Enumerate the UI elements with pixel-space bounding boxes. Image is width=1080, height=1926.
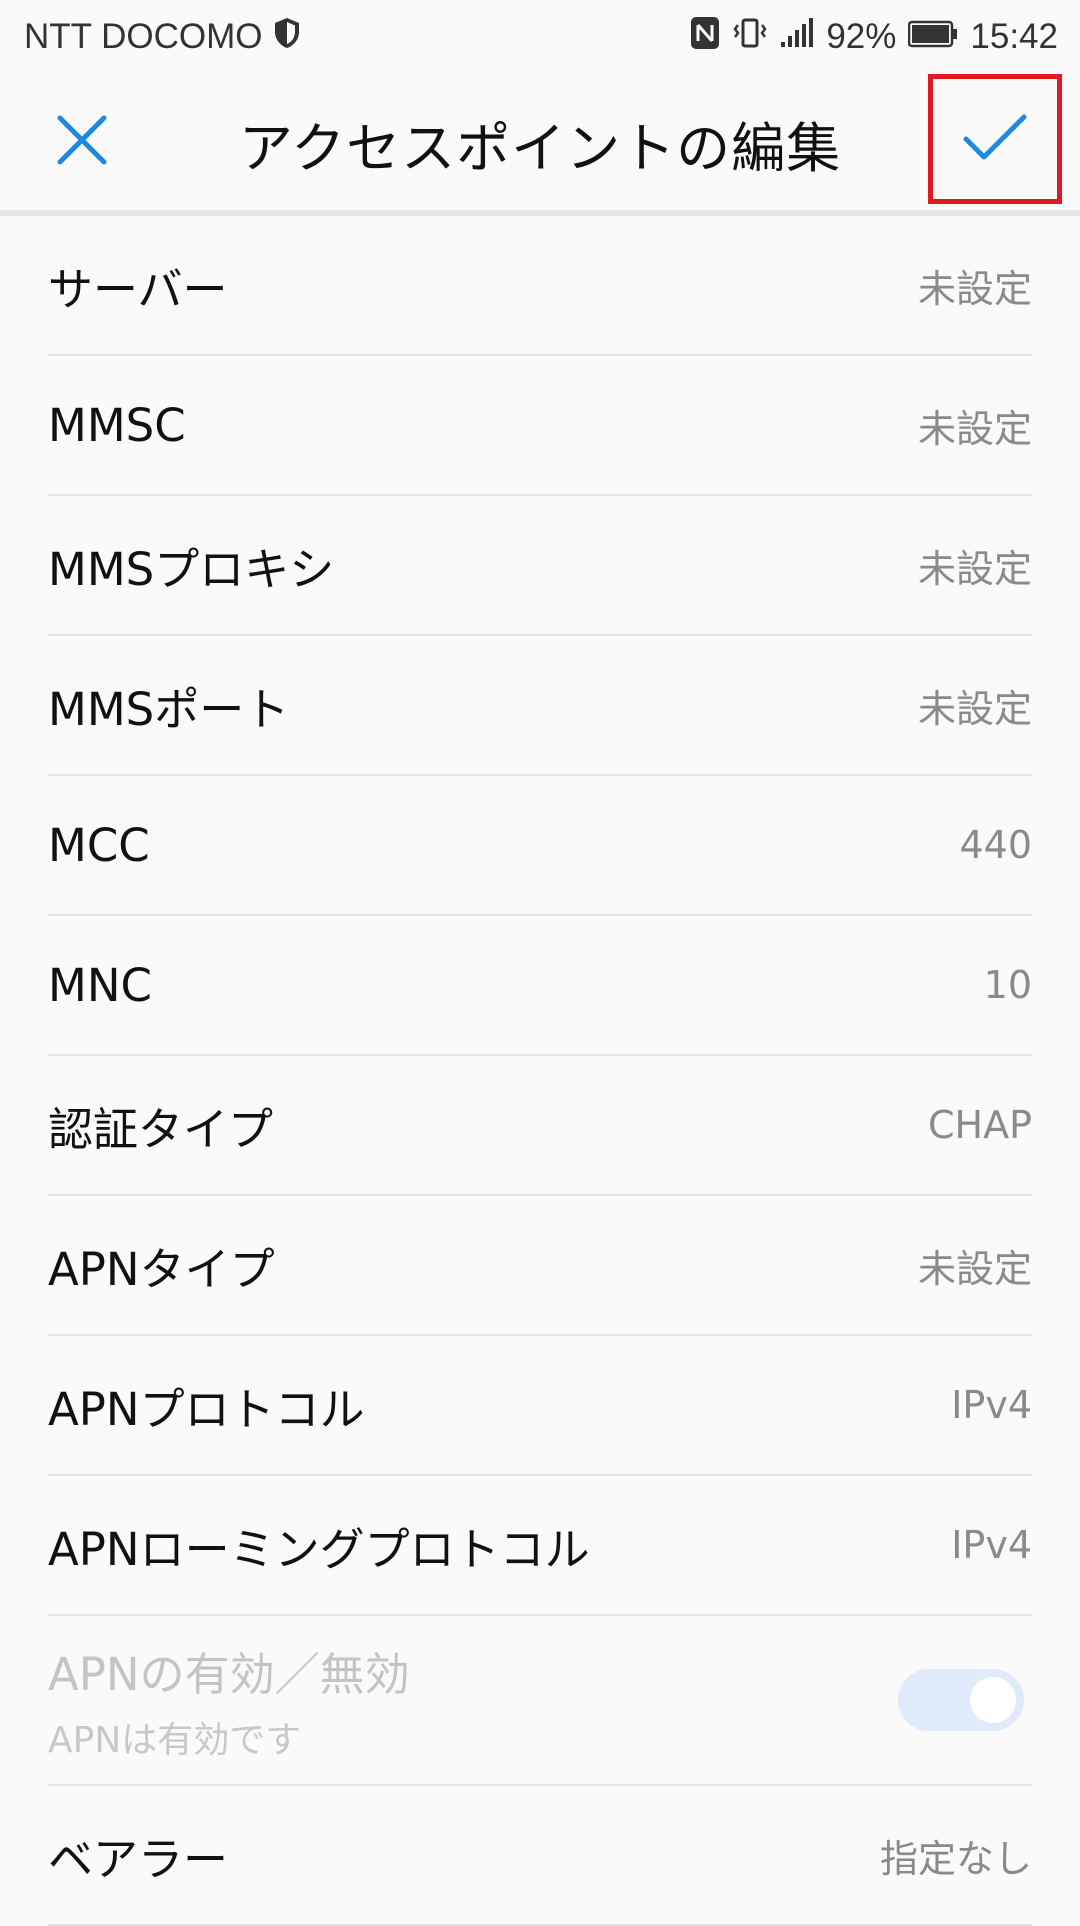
save-button[interactable] xyxy=(928,74,1062,204)
setting-row-apn-enable: APNの有効／無効 APNは有効です xyxy=(48,1616,1032,1786)
setting-value: 未設定 xyxy=(917,406,1032,451)
battery-icon xyxy=(908,17,958,57)
setting-label: APNタイプ xyxy=(48,1242,275,1296)
setting-label: ベアラー xyxy=(48,1832,229,1886)
setting-value: 未設定 xyxy=(917,546,1032,591)
setting-label: サーバー xyxy=(48,262,228,316)
close-button[interactable] xyxy=(46,106,118,178)
setting-value: IPv4 xyxy=(951,1523,1032,1567)
setting-sublabel: APNは有効です xyxy=(48,1719,302,1761)
setting-value: 10 xyxy=(983,963,1032,1007)
setting-row-mnc[interactable]: MNC 10 xyxy=(48,916,1032,1056)
battery-percent: 92% xyxy=(826,17,897,56)
setting-label: MCC xyxy=(48,818,150,872)
setting-row-auth-type[interactable]: 認証タイプ CHAP xyxy=(48,1056,1032,1196)
carrier-name: NTT DOCOMO xyxy=(24,17,263,56)
setting-row-mms-proxy[interactable]: MMSプロキシ 未設定 xyxy=(48,496,1032,636)
setting-label: APNプロトコル xyxy=(48,1382,365,1436)
setting-label: MMSプロキシ xyxy=(48,542,335,596)
setting-value: CHAP xyxy=(927,1103,1032,1147)
setting-label: MMSC xyxy=(48,398,186,452)
setting-value: IPv4 xyxy=(951,1383,1032,1427)
setting-value: 未設定 xyxy=(917,686,1032,731)
setting-value: 440 xyxy=(959,823,1032,867)
setting-label: 認証タイプ xyxy=(48,1102,274,1156)
clock: 15:42 xyxy=(970,17,1058,56)
setting-label: MNC xyxy=(48,958,152,1012)
setting-value: 未設定 xyxy=(917,1246,1032,1291)
checkmark-icon xyxy=(960,109,1030,169)
setting-row-apn-protocol[interactable]: APNプロトコル IPv4 xyxy=(48,1336,1032,1476)
setting-row-mcc[interactable]: MCC 440 xyxy=(48,776,1032,916)
toggle-knob xyxy=(970,1677,1016,1723)
close-icon xyxy=(54,112,110,172)
setting-label: APNの有効／無効 xyxy=(48,1647,410,1701)
setting-row-apn-type[interactable]: APNタイプ 未設定 xyxy=(48,1196,1032,1336)
apn-enable-toggle[interactable] xyxy=(898,1669,1024,1731)
setting-value: 未設定 xyxy=(917,266,1032,311)
app-bar: アクセスポイントの編集 xyxy=(0,74,1080,212)
vibrate-icon xyxy=(732,16,768,59)
setting-label: MMSポート xyxy=(48,682,290,736)
nfc-icon xyxy=(690,16,720,59)
setting-row-mms-port[interactable]: MMSポート 未設定 xyxy=(48,636,1032,776)
setting-row-mmsc[interactable]: MMSC 未設定 xyxy=(48,356,1032,496)
shield-icon xyxy=(273,17,301,58)
setting-row-server[interactable]: サーバー 未設定 xyxy=(48,216,1032,356)
setting-label: APNローミングプロトコル xyxy=(48,1522,590,1576)
setting-row-apn-roaming-protocol[interactable]: APNローミングプロトコル IPv4 xyxy=(48,1476,1032,1616)
signal-icon xyxy=(780,17,814,57)
setting-value: 指定なし xyxy=(879,1836,1032,1881)
apn-toggle-labels: APNの有効／無効 APNは有効です xyxy=(48,1638,410,1763)
status-bar: NTT DOCOMO 92% 15:42 xyxy=(0,0,1080,74)
page-title: アクセスポイントの編集 xyxy=(238,116,842,180)
setting-row-bearer[interactable]: ベアラー 指定なし xyxy=(48,1786,1032,1926)
settings-list: サーバー 未設定 MMSC 未設定 MMSプロキシ 未設定 MMSポート 未設定… xyxy=(0,216,1080,1926)
